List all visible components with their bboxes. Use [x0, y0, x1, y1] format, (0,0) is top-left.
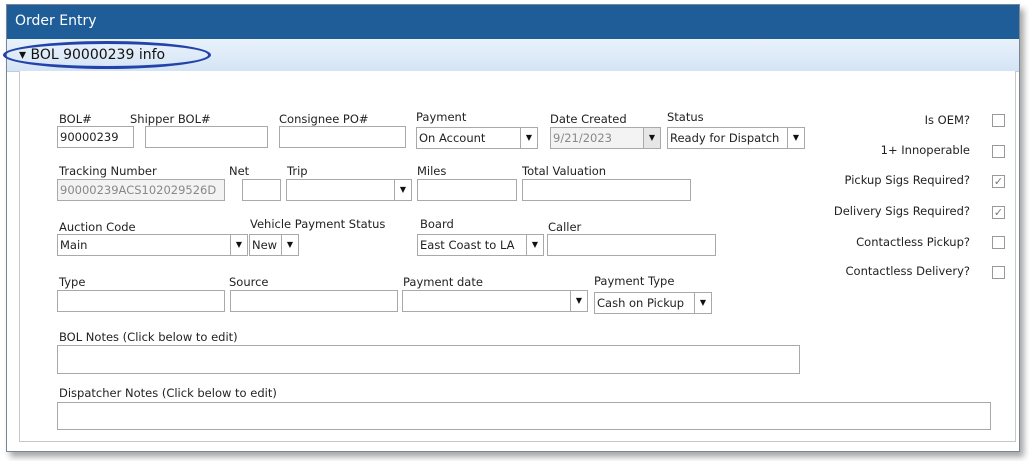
source-label: Source [229, 275, 269, 289]
bol-input[interactable]: 90000239 [57, 126, 134, 148]
bol-label: BOL# [59, 112, 92, 126]
auction-code-value: Main [60, 238, 88, 252]
is-oem-label: Is OEM? [924, 113, 970, 127]
payment-type-value: Cash on Pickup [597, 296, 685, 310]
type-input[interactable] [57, 290, 225, 312]
payment-type-select[interactable]: Cash on Pickup ▼ [594, 292, 712, 314]
type-label: Type [59, 275, 86, 289]
chevron-down-icon: ▼ [643, 128, 660, 148]
miles-label: Miles [417, 164, 447, 178]
date-created-select[interactable]: 9/21/2023 ▼ [550, 127, 661, 149]
contactless-pickup-label: Contactless Pickup? [856, 235, 970, 249]
board-label: Board [420, 217, 454, 231]
caller-input[interactable] [547, 234, 716, 256]
vehicle-payment-status-value: New [252, 238, 278, 252]
bol-info-panel: BOL# 90000239 Shipper BOL# Consignee PO#… [19, 71, 1016, 442]
auction-code-label: Auction Code [59, 220, 136, 234]
delivery-sigs-required-checkbox[interactable]: ✓ [992, 206, 1005, 219]
chevron-down-icon: ▼ [570, 291, 587, 311]
payment-value: On Account [419, 131, 486, 145]
chevron-down-icon: ▼ [787, 128, 804, 148]
contactless-delivery-label: Contactless Delivery? [845, 264, 971, 278]
delivery-sigs-required-label: Delivery Sigs Required? [833, 204, 970, 218]
vehicle-payment-status-select[interactable]: New ▼ [249, 234, 299, 256]
chevron-down-icon: ▼ [520, 128, 537, 148]
date-created-label: Date Created [550, 112, 627, 126]
pickup-sigs-required-checkbox[interactable]: ✓ [992, 175, 1005, 188]
chevron-down-icon: ▼ [230, 235, 247, 255]
net-label: Net [229, 164, 250, 178]
dispatcher-notes-input[interactable] [57, 402, 991, 430]
innoperable-checkbox[interactable] [992, 145, 1005, 158]
payment-type-label: Payment Type [594, 274, 675, 288]
chevron-down-icon: ▼ [694, 293, 711, 313]
total-valuation-label: Total Valuation [522, 164, 607, 178]
board-value: East Coast to LA [420, 238, 515, 252]
pickup-sigs-required-label: Pickup Sigs Required? [844, 173, 970, 187]
trip-label: Trip [287, 164, 308, 178]
chevron-down-icon: ▼ [526, 235, 543, 255]
order-entry-window: Order Entry ▾ BOL 90000239 info BOL# 900… [3, 4, 1020, 452]
contactless-pickup-checkbox[interactable] [992, 236, 1005, 249]
shipper-bol-label: Shipper BOL# [130, 112, 211, 126]
status-value: Ready for Dispatch [670, 131, 780, 145]
status-label: Status [667, 110, 704, 124]
bol-notes-label: BOL Notes (Click below to edit) [59, 330, 238, 344]
section-title[interactable]: ▾ BOL 90000239 info [19, 47, 165, 63]
chevron-down-icon: ▼ [281, 235, 298, 255]
payment-date-select[interactable]: ▼ [402, 290, 588, 312]
miles-input[interactable] [417, 179, 517, 201]
collapse-arrow-icon: ▾ [19, 47, 27, 63]
total-valuation-input[interactable] [522, 179, 691, 201]
net-input[interactable] [242, 179, 281, 201]
auction-code-select[interactable]: Main ▼ [57, 234, 248, 256]
check-icon: ✓ [993, 175, 1004, 188]
is-oem-checkbox[interactable] [992, 114, 1005, 127]
consignee-po-input[interactable] [279, 126, 406, 148]
bol-notes-input[interactable] [57, 345, 800, 374]
trip-select[interactable]: ▼ [286, 179, 412, 201]
payment-select[interactable]: On Account ▼ [416, 127, 538, 149]
dispatcher-notes-label: Dispatcher Notes (Click below to edit) [59, 386, 277, 400]
tracking-number-label: Tracking Number [59, 164, 157, 178]
shipper-bol-input[interactable] [145, 126, 268, 148]
payment-date-label: Payment date [403, 275, 483, 289]
board-select[interactable]: East Coast to LA ▼ [417, 234, 544, 256]
consignee-po-label: Consignee PO# [279, 112, 369, 126]
check-icon: ✓ [993, 206, 1004, 219]
date-created-value: 9/21/2023 [553, 131, 612, 145]
payment-label: Payment [416, 110, 467, 124]
tracking-number-input[interactable]: 90000239ACS102029526D [57, 179, 225, 201]
bol-info-section-header[interactable]: ▾ BOL 90000239 info [3, 39, 1019, 72]
title-bar: Order Entry [7, 5, 1019, 39]
vehicle-payment-status-label: Vehicle Payment Status [250, 217, 386, 231]
chevron-down-icon: ▼ [394, 180, 411, 200]
section-title-text: BOL 90000239 info [30, 47, 166, 63]
innoperable-label: 1+ Innoperable [880, 143, 970, 157]
window-title: Order Entry [15, 13, 97, 29]
contactless-delivery-checkbox[interactable] [992, 266, 1005, 279]
source-input[interactable] [230, 290, 398, 312]
caller-label: Caller [548, 220, 582, 234]
status-select[interactable]: Ready for Dispatch ▼ [667, 127, 805, 149]
